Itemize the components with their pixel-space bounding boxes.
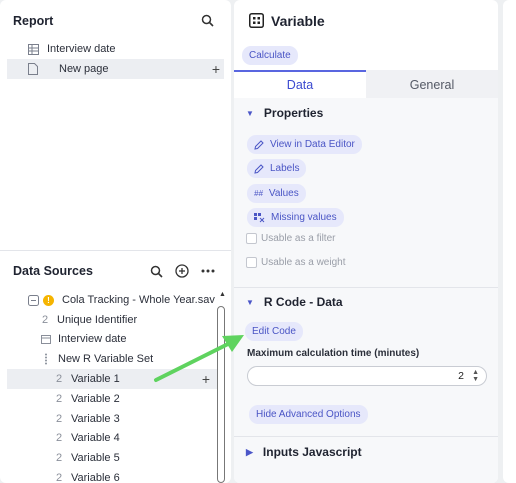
numeric-icon: 2 <box>41 314 49 326</box>
section-divider <box>234 436 498 437</box>
variable-label: Variable 3 <box>71 413 120 425</box>
list-item[interactable]: 2 Variable 4 <box>7 428 224 448</box>
report-item-label: New page <box>59 63 109 75</box>
data-sources-title: Data Sources <box>13 264 93 278</box>
report-item-new-page[interactable]: New page + <box>7 59 224 79</box>
page-icon <box>25 63 41 75</box>
adjacent-panel-edge <box>503 0 516 483</box>
numeric-icon: 2 <box>55 413 63 425</box>
pencil-icon <box>254 139 264 150</box>
table-icon <box>25 43 41 55</box>
list-item[interactable]: 2 Variable 5 <box>7 448 224 468</box>
annotation-arrow <box>154 335 244 382</box>
more-options-icon[interactable] <box>199 262 217 280</box>
section-title: Properties <box>263 106 324 120</box>
max-calc-time-input[interactable]: 2 ▲ ▼ <box>247 366 487 386</box>
button-label: Labels <box>270 163 300 174</box>
usable-as-filter-checkbox[interactable]: Usable as a filter <box>246 233 335 244</box>
checkbox-label: Usable as a weight <box>261 257 346 268</box>
scroll-up-icon[interactable]: ▲ <box>219 291 226 298</box>
left-panel: Report Interview date New page + Data So… <box>0 0 231 483</box>
calendar-icon <box>38 334 54 344</box>
labels-button[interactable]: Labels <box>247 159 307 178</box>
variable-label: Variable 6 <box>71 472 120 483</box>
missing-values-button[interactable]: Missing values <box>247 208 344 227</box>
numeric-icon: 2 <box>55 472 63 483</box>
report-item-interview-date[interactable]: Interview date <box>7 39 224 59</box>
list-item[interactable]: 2 Variable 3 <box>7 409 224 429</box>
button-label: Missing values <box>271 212 337 223</box>
section-divider <box>234 287 498 288</box>
hide-advanced-options-button[interactable]: Hide Advanced Options <box>249 405 368 424</box>
usable-as-weight-checkbox[interactable]: Usable as a weight <box>246 257 346 268</box>
numeric-icon: 2 <box>55 393 63 405</box>
section-title: R Code - Data <box>263 295 343 309</box>
variable-label: Variable 5 <box>71 452 120 464</box>
variable-label: Interview date <box>58 333 127 345</box>
max-calc-time-label: Maximum calculation time (minutes) <box>247 348 420 359</box>
report-title: Report <box>13 14 54 28</box>
dotted-list-icon <box>38 353 54 365</box>
list-item[interactable]: 2 Variable 6 <box>7 468 224 483</box>
variable-label: Variable 2 <box>71 393 120 405</box>
field-value: 2 <box>458 370 464 382</box>
variable-icon <box>249 13 264 31</box>
dataset-row[interactable]: ! Cola Tracking - Whole Year.sav <box>7 290 224 310</box>
stepper-icon[interactable]: ▲ ▼ <box>472 369 479 383</box>
list-item[interactable]: 2 Unique Identifier <box>7 310 224 330</box>
warning-icon: ! <box>43 294 54 306</box>
numeric-icon: 2 <box>55 373 63 385</box>
missing-grid-icon <box>254 212 265 222</box>
rcode-section-header[interactable]: ▼ R Code - Data <box>246 295 343 309</box>
variable-label: Unique Identifier <box>57 314 138 326</box>
numeric-icon: 2 <box>55 432 63 444</box>
button-label: Values <box>268 188 299 199</box>
tab-bar: Data General <box>234 70 498 98</box>
dataset-label: Cola Tracking - Whole Year.sav <box>62 294 215 306</box>
variable-label: New R Variable Set <box>58 353 154 365</box>
pencil-icon <box>254 163 264 174</box>
expand-icon: ▶ <box>246 446 253 457</box>
checkbox-box <box>246 257 257 268</box>
edit-code-button[interactable]: Edit Code <box>245 322 303 341</box>
checkbox-label: Usable as a filter <box>261 233 336 244</box>
report-item-label: Interview date <box>47 43 116 55</box>
tab-general[interactable]: General <box>366 70 498 98</box>
tab-data[interactable]: Data <box>234 70 366 98</box>
variable-label: Variable 4 <box>71 432 120 444</box>
variable-label: Variable 1 <box>71 373 120 385</box>
view-in-data-editor-button[interactable]: View in Data Editor <box>247 135 362 154</box>
list-item[interactable]: 2 Variable 2 <box>7 389 224 409</box>
section-divider <box>0 250 231 251</box>
add-page-button[interactable]: + <box>212 61 220 77</box>
section-title: Inputs Javascript <box>262 445 362 459</box>
panel-title: Variable <box>271 13 325 29</box>
search-icon[interactable] <box>147 262 165 280</box>
numeric-icon: 2 <box>55 452 63 464</box>
button-label: View in Data Editor <box>270 139 355 150</box>
collapse-icon: ▼ <box>246 108 254 118</box>
dataset-icon <box>25 294 41 306</box>
values-button[interactable]: ## Values <box>247 184 306 203</box>
tab-content: ▼ Properties View in Data Editor Labels … <box>234 98 498 483</box>
right-panel: Variable Calculate Data General ▼ Proper… <box>234 0 498 483</box>
inputs-javascript-section-header[interactable]: ▶ Inputs Javascript <box>246 445 362 459</box>
add-circle-icon[interactable] <box>173 262 191 280</box>
calculate-button[interactable]: Calculate <box>242 46 298 65</box>
checkbox-box <box>246 233 257 244</box>
collapse-icon: ▼ <box>246 297 254 307</box>
properties-section-header[interactable]: ▼ Properties <box>246 106 323 120</box>
hash-icon: ## <box>254 189 263 198</box>
search-icon[interactable] <box>198 11 216 29</box>
